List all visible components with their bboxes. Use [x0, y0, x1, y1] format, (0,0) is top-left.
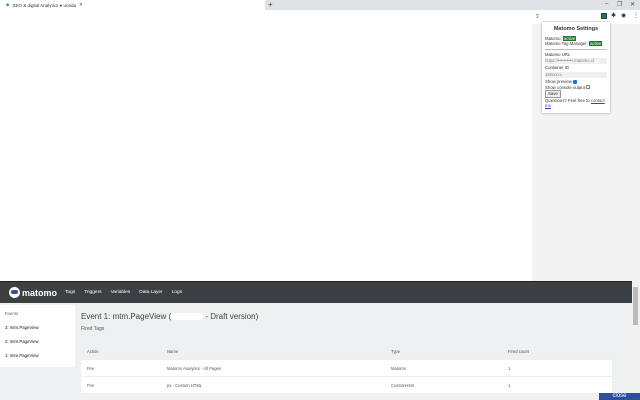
- nav-variables[interactable]: Variables: [111, 290, 131, 295]
- event-item[interactable]: 1: mtm.PageView: [5, 353, 70, 358]
- container-id-input[interactable]: 1Mxxxxx: [545, 71, 607, 78]
- new-tab-button[interactable]: +: [268, 0, 273, 10]
- event-item[interactable]: 3: mtm.PageView: [5, 325, 70, 330]
- matomo-extension-icon[interactable]: [601, 13, 607, 19]
- fired-tags-label: Fired Tags: [81, 326, 105, 332]
- mtm-status-badge: active: [589, 41, 603, 47]
- minimize-button[interactable]: –: [605, 1, 608, 7]
- redacted-block: [171, 313, 204, 321]
- menu-icon[interactable]: ⋮: [633, 12, 639, 19]
- show-preview-label: Show preview: [545, 78, 572, 84]
- page-content: [0, 24, 532, 280]
- fired-tags-table: Action Name Type Fired count Fire Matomo…: [81, 343, 612, 394]
- cell-type: Matomo: [391, 365, 407, 371]
- nav-logs[interactable]: Logs: [172, 290, 182, 295]
- matomo-navbar: matomo Tags Triggers Variables Data Laye…: [0, 281, 632, 303]
- show-console-checkbox[interactable]: [586, 85, 591, 90]
- matomo-label: Matomo:: [545, 35, 562, 41]
- share-icon[interactable]: ⇪: [535, 13, 540, 20]
- show-preview-checkbox[interactable]: [572, 79, 577, 84]
- extensions-icon[interactable]: ✱: [611, 12, 616, 19]
- scrollbar-thumb[interactable]: [633, 287, 638, 325]
- column-header: Type: [391, 348, 401, 354]
- questions-text: Questions? Feel free to: [545, 97, 590, 103]
- events-sidebar: Events 3: mtm.PageView 2: mtm.PageView 1…: [0, 305, 75, 367]
- logo-text: matomo: [22, 287, 58, 298]
- tab-close-icon[interactable]: ✕: [79, 2, 83, 8]
- profile-icon[interactable]: ◉: [621, 12, 626, 19]
- cell-name: Matomo Analytics - All Pages: [167, 365, 221, 371]
- tab-title: SEO & digital Analytics ● uneda: [12, 2, 76, 8]
- events-label: Events: [5, 311, 19, 316]
- close-window-button[interactable]: ✕: [630, 1, 635, 8]
- nav-tags[interactable]: Tags: [65, 290, 75, 295]
- show-console-label: Show console output: [545, 84, 585, 90]
- event-heading: Event 1: mtm.PageView ( - Draft version): [81, 312, 258, 321]
- matomo-logo-icon: [9, 287, 20, 298]
- cell-count: 1: [508, 382, 511, 388]
- browser-tab[interactable]: ◆ SEO & digital Analytics ● uneda ✕: [0, 0, 265, 10]
- container-label: Container ID: [545, 65, 570, 71]
- table-header: Action Name Type Fired count: [81, 343, 612, 360]
- matomo-logo: matomo: [9, 287, 57, 298]
- cell-name: px - Custom HTML: [167, 382, 203, 388]
- column-header: Name: [167, 348, 179, 354]
- cell-type: CustomHtml: [391, 382, 415, 388]
- heading-prefix: Event 1: mtm.PageView (: [81, 312, 172, 321]
- popup-title: Matomo Settings: [553, 26, 599, 32]
- matomo-url-input[interactable]: https://••••••••••.matomo.cl: [545, 58, 607, 65]
- nav-data-layer[interactable]: Data Layer: [139, 290, 162, 295]
- close-debug-button[interactable]: close: [599, 393, 640, 400]
- column-header: Action: [87, 348, 99, 354]
- heading-suffix: - Draft version): [203, 312, 259, 321]
- cell-action: Fire: [87, 382, 95, 388]
- table-row: Fire px - Custom HTML CustomHtml 1: [81, 377, 612, 394]
- url-label: Matomo URL: [545, 51, 571, 57]
- favicon-icon: ◆: [6, 2, 10, 7]
- nav-triggers[interactable]: Triggers: [84, 290, 101, 295]
- save-button[interactable]: Save: [545, 90, 561, 98]
- matomo-settings-popup: Matomo Settings Matomo: active Matomo Ta…: [542, 22, 610, 113]
- cell-count: 1: [508, 365, 511, 371]
- table-row: Fire Matomo Analytics - All Pages Matomo…: [81, 360, 612, 377]
- maximize-button[interactable]: ❐: [617, 1, 622, 8]
- cell-action: Fire: [87, 365, 95, 371]
- matomo-status-badge: active: [562, 35, 577, 41]
- mtm-label: Matomo Tag Manager:: [545, 41, 588, 47]
- column-header: Fired count: [508, 348, 529, 354]
- event-item[interactable]: 2: mtm.PageView: [5, 339, 70, 344]
